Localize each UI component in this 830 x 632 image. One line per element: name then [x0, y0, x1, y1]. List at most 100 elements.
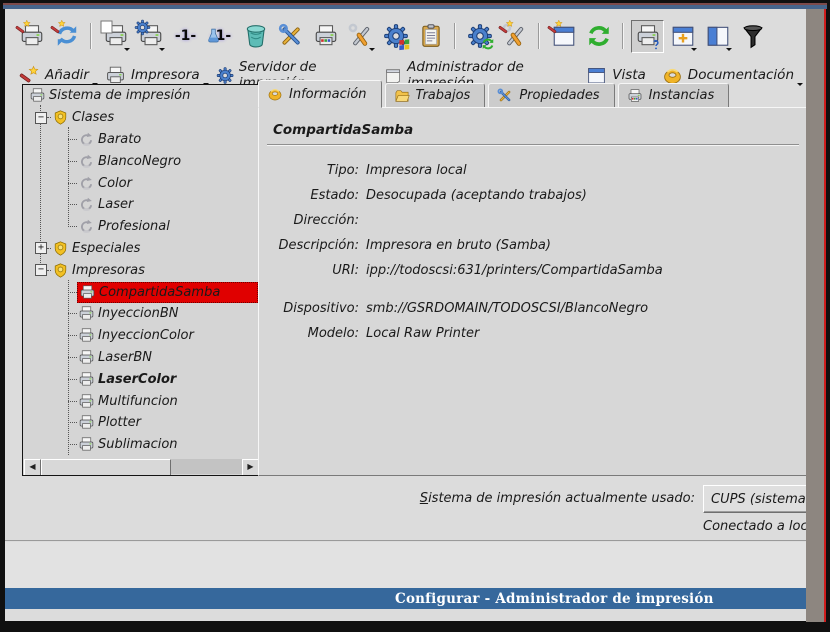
flask-icon [205, 27, 222, 44]
badge-icon [52, 240, 69, 257]
print-test-page-button[interactable] [309, 20, 342, 53]
printer-icon [78, 414, 95, 431]
field-value: Impresora en bruto (Samba) [366, 238, 551, 253]
field-uri: URI: ipp://todoscsi:631/printers/Compart… [267, 258, 799, 283]
tab-label: Trabajos [416, 88, 471, 103]
tree-item-clases[interactable]: − Clases [23, 107, 260, 129]
field-modelo: Modelo: Local Raw Printer [267, 321, 799, 346]
tree-item-impresoras[interactable]: − Impresoras [23, 259, 260, 281]
toolbar-separator [538, 23, 540, 49]
tree-item-multifuncion[interactable]: Multifuncion [23, 390, 260, 412]
background-window-edge [5, 609, 806, 621]
scroll-left-arrow[interactable]: ◀ [24, 459, 41, 476]
tree-item-sublimacion[interactable]: Sublimacion [23, 434, 260, 456]
clipboard-icon [418, 23, 444, 49]
tree-item-label: Color [98, 176, 132, 191]
tools-icon [278, 23, 304, 49]
main-toolbar: -1- -1- [15, 15, 769, 57]
tree-item-label: Sistema de impresión [49, 88, 190, 103]
expand-expander[interactable]: + [35, 242, 47, 254]
add-special-printer-button[interactable] [50, 20, 83, 53]
field-label: Descripción: [267, 238, 359, 253]
tree-item-especiales[interactable]: + Especiales [23, 238, 260, 260]
tab-trabajos[interactable]: Trabajos [385, 83, 486, 108]
footer-zone [5, 542, 806, 588]
window-plus-icon [670, 23, 696, 49]
info-donut-icon [267, 86, 283, 102]
refresh-view-button[interactable] [582, 20, 615, 53]
printer-icon [79, 284, 96, 301]
configure-printer-button[interactable] [274, 20, 307, 53]
tree-item-label: Profesional [98, 219, 170, 234]
printer-quick-info-button[interactable] [631, 20, 664, 53]
background-window-titlebar[interactable]: Configurar - Administrador de impresión [5, 588, 806, 609]
windows-logo-icon [397, 37, 411, 51]
refresh-icon [481, 37, 495, 51]
remove-printer-button[interactable] [239, 20, 272, 53]
field-value: Desocupada (aceptando trabajos) [366, 188, 587, 203]
tree-item-label: Impresoras [72, 263, 145, 278]
tree-item-color[interactable]: Color [23, 172, 260, 194]
tree-item-inyeccionbn[interactable]: InyeccionBN [23, 303, 260, 325]
tree-item-sistema-de-impresion[interactable]: Sistema de impresión [23, 85, 260, 107]
tree-horizontal-scrollbar[interactable]: ◀ ▶ [24, 459, 259, 474]
field-value: Impresora local [366, 163, 467, 178]
printer-icon [78, 371, 95, 388]
tree-item-inyeccioncolor[interactable]: InyeccionColor [23, 325, 260, 347]
gear-icon [134, 19, 151, 36]
printer-name-title: CompartidaSamba [273, 122, 413, 138]
tab-propiedades[interactable]: Propiedades [488, 83, 614, 108]
tree-item-label: InyeccionBN [98, 306, 179, 321]
tab-instancias[interactable]: Instancias [618, 83, 730, 108]
magic-wand-icon [15, 19, 32, 36]
driver-settings-button[interactable] [379, 20, 412, 53]
tree-item-label: CompartidaSamba [99, 285, 220, 300]
enable-printer-button[interactable] [99, 20, 132, 53]
number-one-icon: -1- [175, 28, 196, 44]
printer-icon [78, 436, 95, 453]
tree-item-profesional[interactable]: Profesional [23, 216, 260, 238]
printer-test-icon [313, 23, 339, 49]
add-printer-wizard-button[interactable] [15, 20, 48, 53]
set-local-default-button[interactable]: -1- [169, 20, 202, 53]
tree-item-lasercolor[interactable]: LaserColor [23, 368, 260, 390]
view-mode-button[interactable] [666, 20, 699, 53]
tree-item-blanconegro[interactable]: BlancoNegro [23, 150, 260, 172]
scroll-right-arrow[interactable]: ▶ [242, 459, 259, 476]
detail-tabbar: Información Trabajos Propiedades Instanc… [258, 84, 732, 108]
collapse-expander[interactable]: − [35, 264, 47, 276]
tree-item-laser[interactable]: Laser [23, 194, 260, 216]
configure-server-button[interactable] [463, 20, 496, 53]
combobox-value: CUPS (sistema [711, 492, 806, 507]
tree-item-label: InyeccionColor [98, 328, 194, 343]
new-printer-window-button[interactable] [547, 20, 580, 53]
printer-tree: Sistema de impresión − Clases Barato Bla… [22, 84, 261, 476]
magic-wand-icon [19, 65, 40, 86]
tab-informacion[interactable]: Información [258, 80, 382, 108]
tree-item-label: Especiales [72, 241, 140, 256]
menu-label: Añadir [45, 67, 89, 83]
wrench-icon [348, 23, 374, 49]
paper-icon [99, 19, 116, 36]
toolbar-separator [622, 23, 624, 49]
toolbar-separator [90, 23, 92, 49]
set-user-default-button[interactable]: -1- [204, 20, 237, 53]
scrollbar-thumb[interactable] [41, 459, 171, 476]
tree-item-label: BlancoNegro [98, 154, 181, 169]
window-right-shadow [806, 9, 825, 622]
tree-item-barato[interactable]: Barato [23, 129, 260, 151]
field-descripcion: Descripción: Impresora en bruto (Samba) [267, 233, 799, 258]
filter-printers-button[interactable] [736, 20, 769, 53]
server-tools-button[interactable] [498, 20, 531, 53]
collapse-expander[interactable]: − [35, 112, 47, 124]
tools-icon [497, 88, 513, 104]
print-system-combobox[interactable]: CUPS (sistema [703, 485, 806, 513]
view-orientation-button[interactable] [701, 20, 734, 53]
printer-tools-button[interactable] [344, 20, 377, 53]
view-print-jobs-button[interactable] [414, 20, 447, 53]
tree-item-plotter[interactable]: Plotter [23, 412, 260, 434]
tree-item-label: Plotter [98, 415, 141, 430]
start-printer-button[interactable] [134, 20, 167, 53]
tree-item-compartidasamba[interactable]: CompartidaSamba [23, 281, 260, 303]
tree-item-laserbn[interactable]: LaserBN [23, 347, 260, 369]
